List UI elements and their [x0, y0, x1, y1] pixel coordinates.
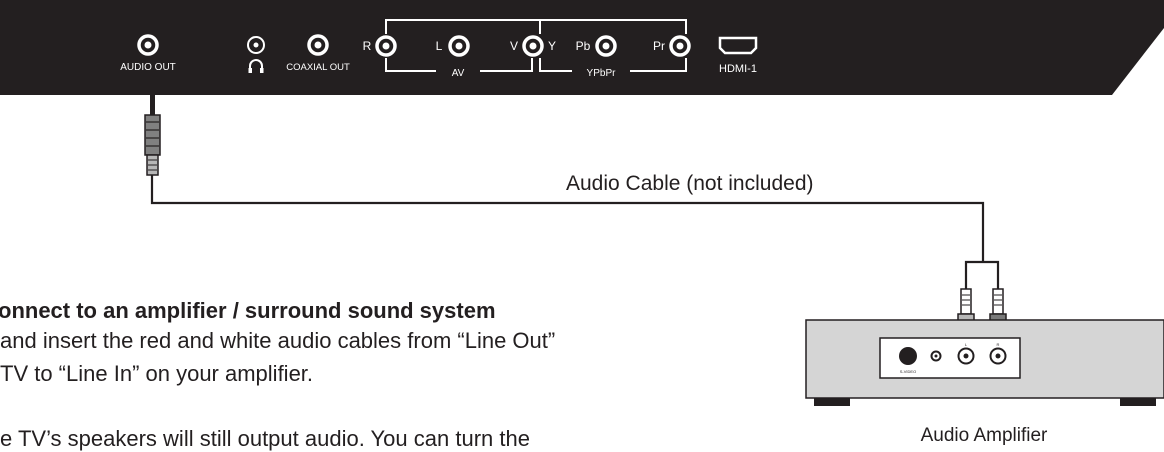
- audio-cable: Audio Cable (not included): [144, 95, 1000, 294]
- instruction-heading: onnect to an amplifier / surround sound …: [0, 298, 496, 323]
- rca-r-label: R: [363, 39, 372, 53]
- instruction-line-2: TV to “Line In” on your amplifier.: [0, 361, 314, 386]
- rca-v-label: V: [510, 39, 518, 53]
- rca-pr-label: Pr: [653, 39, 665, 53]
- hdmi-label: HDMI-1: [719, 63, 757, 75]
- amplifier-jack-r-label: R: [997, 342, 1000, 347]
- coaxial-out-label: COAXIAL OUT: [286, 62, 350, 73]
- tv-back-panel: AUDIO OUT COAXIAL OUT AV YPbPr R L V Y P…: [0, 0, 1164, 95]
- rca-l-label: L: [436, 39, 443, 53]
- svideo-label: S-VIDEO: [900, 369, 916, 374]
- cable-plug-tip: [150, 95, 155, 115]
- amplifier-label: Audio Amplifier: [921, 425, 1048, 446]
- rca-y-label: Y: [548, 39, 556, 53]
- svideo-jack: S-VIDEO: [899, 347, 917, 374]
- cable-plug-body: [144, 114, 161, 156]
- rca-pb-label: Pb: [576, 39, 591, 53]
- instruction-line-1: and insert the red and white audio cable…: [0, 328, 556, 353]
- cable-label: Audio Cable (not included): [566, 172, 814, 195]
- ypbpr-group-label: YPbPr: [587, 68, 617, 79]
- av-group-label: AV: [452, 68, 465, 79]
- audio-out-label: AUDIO OUT: [120, 62, 176, 73]
- audio-amplifier: S-VIDEO L R Audio Amplifier: [805, 319, 1164, 446]
